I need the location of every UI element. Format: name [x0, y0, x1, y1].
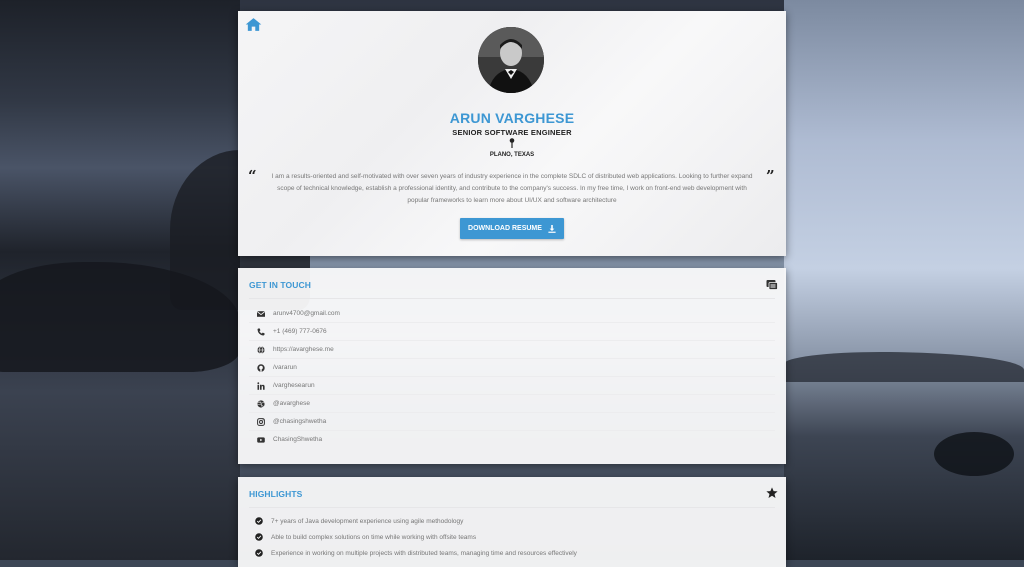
check-circle-icon: [254, 517, 263, 526]
divider: [249, 507, 775, 508]
highlight-text: 7+ years of Java development experience …: [271, 517, 464, 525]
highlights-section-title: HIGHLIGHTS: [249, 489, 303, 499]
highlight-item: Experience in working on multiple projec…: [249, 545, 775, 561]
download-icon: [548, 224, 556, 233]
contact-linkedin: /varghesearun: [273, 382, 315, 389]
check-circle-icon: [254, 549, 263, 558]
highlight-text: Able to build complex solutions on time …: [271, 533, 477, 541]
contact-phone: +1 (469) 777-0676: [273, 328, 327, 335]
map-pin-icon: [509, 138, 515, 148]
contact-card: GET IN TOUCH arunv4700@gmail.com +1 (469…: [238, 268, 786, 464]
contact-github: /vararun: [273, 364, 297, 371]
contact-email: arunv4700@gmail.com: [273, 310, 340, 317]
contact-card-icon: [766, 280, 778, 290]
contact-instagram: @chasingshwetha: [273, 418, 327, 425]
check-circle-icon: [254, 533, 263, 542]
contact-dribbble: @avarghese: [273, 400, 310, 407]
linkedin-icon: [256, 381, 265, 390]
divider: [249, 298, 775, 299]
contact-row-website[interactable]: https://avarghese.me: [249, 341, 775, 359]
contact-website: https://avarghese.me: [273, 346, 334, 353]
profile-name: ARUN VARGHESE: [449, 110, 575, 126]
highlight-text: Experience in working on multiple projec…: [271, 549, 577, 557]
instagram-icon: [256, 417, 265, 426]
highlight-item: Able to build complex solutions on time …: [249, 529, 775, 545]
highlights-card: HIGHLIGHTS 7+ years of Java development …: [238, 477, 786, 567]
quote-open-icon: “: [248, 167, 257, 185]
star-icon: [766, 487, 778, 498]
contact-row-github[interactable]: /vararun: [249, 359, 775, 377]
profile-bio: I am a results-oriented and self-motivat…: [271, 173, 753, 204]
github-icon: [256, 363, 265, 372]
contact-row-youtube[interactable]: ChasingShwetha: [249, 431, 775, 448]
profile-location: PLANO, TEXAS: [489, 152, 535, 158]
contact-row-email[interactable]: arunv4700@gmail.com: [249, 305, 775, 323]
contact-row-instagram[interactable]: @chasingshwetha: [249, 413, 775, 431]
avatar: [478, 27, 544, 93]
globe-icon: [256, 345, 265, 354]
highlight-item: 7+ years of Java development experience …: [249, 513, 775, 529]
contact-row-dribbble[interactable]: @avarghese: [249, 395, 775, 413]
contact-row-linkedin[interactable]: /varghesearun: [249, 377, 775, 395]
phone-icon: [256, 327, 265, 336]
youtube-icon: [256, 435, 265, 444]
contact-row-phone[interactable]: +1 (469) 777-0676: [249, 323, 775, 341]
download-resume-button[interactable]: DOWNLOAD RESUME: [460, 218, 564, 239]
profile-title: SENIOR SOFTWARE ENGINEER: [452, 128, 572, 137]
quote-close-icon: ”: [766, 167, 775, 185]
download-resume-label: DOWNLOAD RESUME: [468, 225, 542, 232]
home-icon[interactable]: [245, 17, 262, 32]
contact-youtube: ChasingShwetha: [273, 436, 323, 443]
envelope-icon: [256, 309, 265, 318]
dribbble-icon: [256, 399, 265, 408]
profile-card: ARUN VARGHESE SENIOR SOFTWARE ENGINEER P…: [238, 11, 786, 256]
contact-section-title: GET IN TOUCH: [249, 280, 311, 290]
